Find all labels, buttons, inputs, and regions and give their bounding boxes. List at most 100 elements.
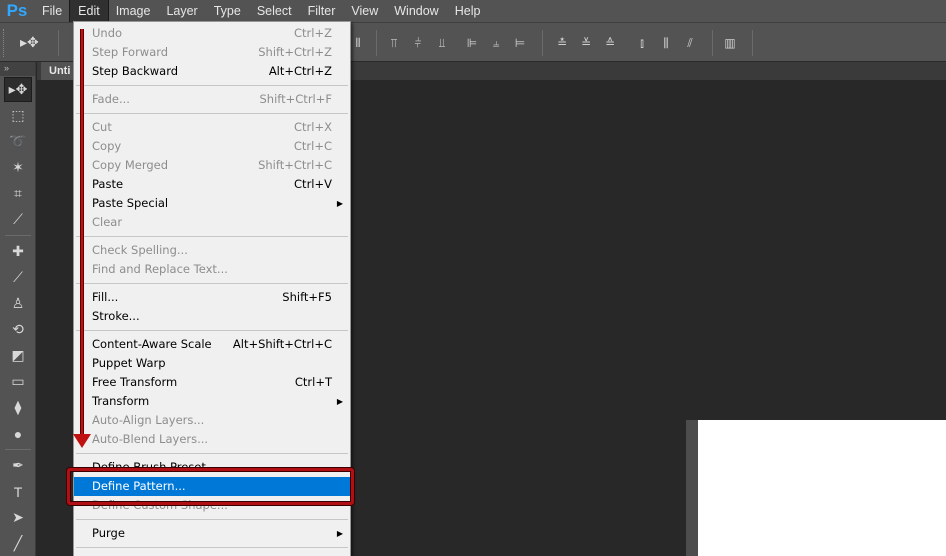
menu-item-step-forward[interactable]: Step Forward Shift+Ctrl+Z bbox=[74, 43, 350, 62]
align-left-icon[interactable]: ⊫ bbox=[464, 35, 480, 51]
menu-item-shortcut: Ctrl+V bbox=[294, 177, 332, 191]
move-tool-preset-icon[interactable]: ▸✥ bbox=[20, 34, 39, 51]
menu-item-shortcut: Shift+Ctrl+C bbox=[258, 158, 332, 172]
menu-type[interactable]: Type bbox=[206, 0, 249, 22]
menu-item-check-spelling[interactable]: Check Spelling... bbox=[74, 241, 350, 260]
submenu-arrow-icon: ▶ bbox=[336, 529, 343, 538]
eraser-icon[interactable]: ◩ bbox=[4, 343, 32, 368]
menu-item-paste[interactable]: Paste Ctrl+V bbox=[74, 175, 350, 194]
menu-separator bbox=[74, 449, 350, 458]
menu-item-label: Undo bbox=[92, 26, 123, 40]
menu-item-puppet-warp[interactable]: Puppet Warp bbox=[74, 354, 350, 373]
menu-help[interactable]: Help bbox=[447, 0, 489, 22]
menu-item-label: Check Spelling... bbox=[92, 243, 188, 257]
distribute-horizontal-center-icon[interactable]: ⫼ bbox=[658, 35, 674, 51]
menu-item-label: Step Backward bbox=[92, 64, 179, 78]
blur-tool-icon[interactable]: ⧫ bbox=[4, 395, 32, 420]
distribute-top-icon[interactable]: ≛ bbox=[554, 35, 570, 51]
menu-item-shortcut: Ctrl+X bbox=[294, 120, 332, 134]
menu-item-label: Find and Replace Text... bbox=[92, 262, 228, 276]
type-tool-icon[interactable]: T bbox=[4, 479, 32, 504]
menu-item-label: Cut bbox=[92, 120, 112, 134]
align-bottom-icon[interactable]: ⫫ bbox=[434, 35, 450, 51]
menu-item-undo[interactable]: Undo Ctrl+Z bbox=[74, 24, 350, 43]
menu-window[interactable]: Window bbox=[386, 0, 446, 22]
menu-item-auto-blend-layers[interactable]: Auto-Blend Layers... bbox=[74, 430, 350, 449]
distribute-vertical-center-icon[interactable]: ≚ bbox=[578, 35, 594, 51]
menu-select[interactable]: Select bbox=[249, 0, 300, 22]
distribute-bottom-icon[interactable]: ≙ bbox=[602, 35, 618, 51]
align-top-icon[interactable]: ⫪ bbox=[386, 35, 402, 51]
menu-item-label: Fade... bbox=[92, 92, 130, 106]
menu-separator bbox=[74, 232, 350, 241]
menu-item-cut[interactable]: Cut Ctrl+X bbox=[74, 118, 350, 137]
menu-item-paste-special[interactable]: Paste Special ▶ bbox=[74, 194, 350, 213]
distribute-left-icon[interactable]: ⫾ bbox=[634, 35, 650, 51]
menu-item-step-backward[interactable]: Step Backward Alt+Ctrl+Z bbox=[74, 62, 350, 81]
menu-item-label: Clear bbox=[92, 215, 123, 229]
clone-stamp-icon[interactable]: ♙ bbox=[4, 291, 32, 316]
menu-item-shortcut: Shift+F5 bbox=[282, 290, 332, 304]
divider bbox=[58, 30, 59, 56]
menu-separator bbox=[74, 326, 350, 335]
menu-layer[interactable]: Layer bbox=[158, 0, 205, 22]
menu-item-auto-align-layers[interactable]: Auto-Align Layers... bbox=[74, 411, 350, 430]
magic-wand-icon[interactable]: ✶ bbox=[4, 155, 32, 180]
menu-item-label: Purge bbox=[92, 526, 125, 540]
align-right-icon[interactable]: ⊨ bbox=[512, 35, 528, 51]
menu-item-shortcut: Shift+Ctrl+Z bbox=[258, 45, 332, 59]
toolbox-collapse-toggle[interactable]: » bbox=[0, 62, 35, 76]
menu-item-label: Step Forward bbox=[92, 45, 169, 59]
gradient-tool-icon[interactable]: ▭ bbox=[4, 369, 32, 394]
brush-tool-icon[interactable]: ⟋ bbox=[4, 265, 32, 290]
menu-item-fade[interactable]: Fade... Shift+Ctrl+F bbox=[74, 90, 350, 109]
divider bbox=[5, 449, 31, 450]
menu-item-stroke[interactable]: Stroke... bbox=[74, 307, 350, 326]
menu-item-label: Copy bbox=[92, 139, 122, 153]
marquee-tool-icon[interactable]: ⬚ bbox=[4, 103, 32, 128]
align-horizontal-center-icon[interactable]: ⫨ bbox=[488, 35, 504, 51]
menu-view[interactable]: View bbox=[343, 0, 386, 22]
crop-tool-icon[interactable]: ⌗ bbox=[4, 181, 32, 206]
menu-image[interactable]: Image bbox=[108, 0, 159, 22]
history-brush-icon[interactable]: ⟲ bbox=[4, 317, 32, 342]
annotation-arrow-shaft bbox=[80, 29, 84, 437]
eyedropper-icon[interactable]: ⟋ bbox=[4, 207, 32, 232]
healing-brush-icon[interactable]: ✚ bbox=[4, 239, 32, 264]
transform-controls-icon[interactable]: ⫴ bbox=[350, 35, 366, 51]
lasso-tool-icon[interactable]: ➰ bbox=[4, 129, 32, 154]
menu-item-shortcut: Alt+Ctrl+Z bbox=[268, 64, 332, 78]
dodge-tool-icon[interactable]: ● bbox=[4, 421, 32, 446]
divider bbox=[5, 235, 31, 236]
align-vertical-center-icon[interactable]: ⫩ bbox=[410, 35, 426, 51]
menu-item-free-transform[interactable]: Free Transform Ctrl+T bbox=[74, 373, 350, 392]
menu-item-clear[interactable]: Clear bbox=[74, 213, 350, 232]
menu-edit[interactable]: Edit bbox=[69, 0, 109, 23]
pen-tool-icon[interactable]: ✒ bbox=[4, 453, 32, 478]
document-canvas[interactable] bbox=[698, 420, 946, 556]
menu-item-purge[interactable]: Purge ▶ bbox=[74, 524, 350, 543]
menu-item-label: Paste bbox=[92, 177, 124, 191]
path-selection-icon[interactable]: ➤ bbox=[4, 505, 32, 530]
menu-bar: Ps File Edit Image Layer Type Select Fil… bbox=[0, 0, 946, 23]
move-tool-icon[interactable]: ▸✥ bbox=[4, 77, 32, 102]
menu-item-label: Free Transform bbox=[92, 375, 178, 389]
menu-filter[interactable]: Filter bbox=[300, 0, 344, 22]
menu-item-find-replace-text[interactable]: Find and Replace Text... bbox=[74, 260, 350, 279]
line-tool-icon[interactable]: ╱ bbox=[4, 531, 32, 556]
submenu-arrow-icon: ▶ bbox=[336, 199, 343, 208]
annotation-arrow-head-icon bbox=[73, 434, 91, 448]
menu-item-content-aware-scale[interactable]: Content-Aware Scale Alt+Shift+Ctrl+C bbox=[74, 335, 350, 354]
divider bbox=[752, 30, 753, 56]
canvas-shadow bbox=[686, 420, 698, 556]
menu-item-copy-merged[interactable]: Copy Merged Shift+Ctrl+C bbox=[74, 156, 350, 175]
menu-item-label: Auto-Align Layers... bbox=[92, 413, 205, 427]
menu-item-label: Copy Merged bbox=[92, 158, 169, 172]
distribute-right-icon[interactable]: ⫽ bbox=[682, 35, 698, 51]
options-bar-grip[interactable] bbox=[3, 29, 7, 57]
auto-align-layers-icon[interactable]: ▥ bbox=[722, 35, 738, 51]
menu-item-transform[interactable]: Transform ▶ bbox=[74, 392, 350, 411]
menu-item-fill[interactable]: Fill... Shift+F5 bbox=[74, 288, 350, 307]
menu-item-copy[interactable]: Copy Ctrl+C bbox=[74, 137, 350, 156]
menu-file[interactable]: File bbox=[34, 0, 70, 22]
